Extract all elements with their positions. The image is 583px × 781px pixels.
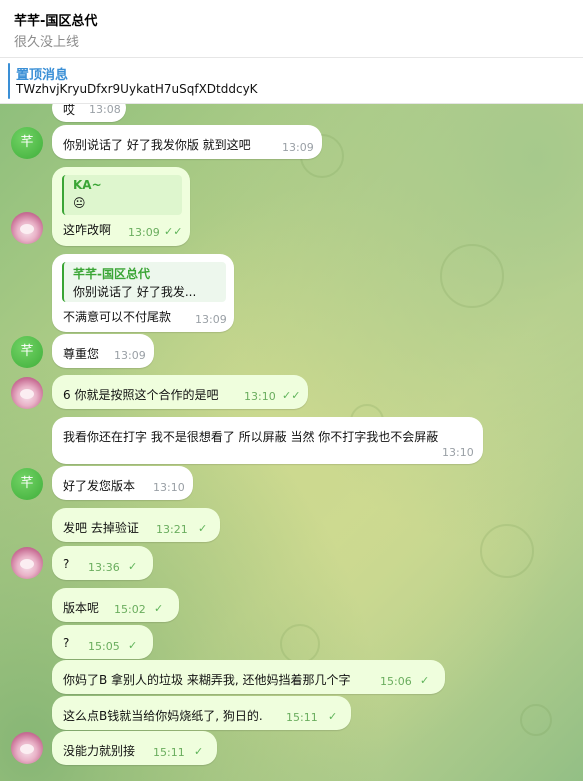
message-bubble[interactable]: 我看你还在打字 我不是很想看了 所以屏蔽 当然 你不打字我也不会屏蔽 13:10 <box>52 417 483 464</box>
message-bubble[interactable]: 没能力就别接 15:11 ✓ <box>52 731 217 765</box>
message-time: 13:09 <box>128 226 160 239</box>
chat-title[interactable]: 芊芊-国区总代 <box>14 10 97 29</box>
message-time: 15:11 <box>153 746 185 759</box>
avatar[interactable]: 芊 <box>11 336 43 368</box>
avatar[interactable]: 芊 <box>11 127 43 159</box>
message-bubble[interactable]: 哎 13:08 <box>52 104 126 122</box>
read-check-icon: ✓ <box>154 602 164 615</box>
message-text: 这咋改啊 <box>63 223 112 237</box>
message-bubble[interactable]: 你妈了B 拿别人的垃圾 来糊弄我, 还他妈挡着那几个字 15:06 ✓ <box>52 660 445 694</box>
avatar[interactable]: 芊 <box>11 468 43 500</box>
last-seen-status: 很久没上线 <box>14 35 80 50</box>
avatar[interactable] <box>11 732 43 764</box>
message-time: 13:10 <box>153 481 185 494</box>
message-bubble[interactable]: 芊芊-国区总代 你别说话了 好了我发... 不满意可以不付尾款 13:09 <box>52 254 234 332</box>
message-text: 不满意可以不付尾款 <box>63 310 172 324</box>
reply-emoji: 😐 <box>73 196 86 210</box>
wallpaper-doodle <box>520 704 552 736</box>
message-time: 13:09 <box>114 349 146 362</box>
message-time: 13:36 <box>88 561 120 574</box>
message-time: 15:02 <box>114 603 146 616</box>
read-check-icon: ✓✓ <box>282 389 301 402</box>
message-time: 13:09 <box>195 313 227 326</box>
message-bubble[interactable]: 版本呢 15:02 ✓ <box>52 588 179 622</box>
message-bubble[interactable]: KA~ 😐 这咋改啊 13:09 ✓✓ <box>52 167 190 246</box>
message-text: 发吧 去掉验证 <box>63 521 139 535</box>
message-text: ? <box>63 636 70 650</box>
message-bubble[interactable]: ? 15:05 ✓ <box>52 625 153 659</box>
read-check-icon: ✓ <box>128 639 138 652</box>
reply-sender-name: KA~ <box>73 178 102 192</box>
read-check-icon: ✓ <box>420 674 430 687</box>
wallpaper-doodle <box>280 624 320 664</box>
message-text: 你别说话了 好了我发你版 就到这吧 <box>63 138 251 152</box>
message-text: 好了发您版本 <box>63 479 136 493</box>
message-time: 13:10 <box>244 390 276 403</box>
message-time: 15:06 <box>380 675 412 688</box>
read-check-icon: ✓ <box>328 710 338 723</box>
chat-area[interactable]: 哎 13:08 芊 你别说话了 好了我发你版 就到这吧 13:09 KA~ 😐 … <box>0 104 583 781</box>
wallpaper-doodle <box>480 524 534 578</box>
read-check-icon: ✓ <box>198 522 208 535</box>
message-text: 这么点B钱就当给你妈烧纸了, 狗日的. <box>63 709 263 723</box>
message-text: 你妈了B 拿别人的垃圾 来糊弄我, 还他妈挡着那几个字 <box>63 673 351 687</box>
message-text: 版本呢 <box>63 601 100 615</box>
message-text: 我看你还在打字 我不是很想看了 所以屏蔽 当然 你不打字我也不会屏蔽 <box>63 430 439 444</box>
message-text: 6 你就是按照这个合作的是吧 <box>63 388 219 402</box>
read-check-icon: ✓ <box>128 560 138 573</box>
read-check-icon: ✓ <box>194 745 204 758</box>
message-time: 13:21 <box>156 523 188 536</box>
message-time: 13:08 <box>89 104 121 116</box>
reply-preview[interactable]: KA~ 😐 <box>62 175 182 215</box>
message-bubble[interactable]: 这么点B钱就当给你妈烧纸了, 狗日的. 15:11 ✓ <box>52 696 351 730</box>
message-bubble[interactable]: ? 13:36 ✓ <box>52 546 153 580</box>
avatar[interactable] <box>11 212 43 244</box>
message-text: 哎 <box>63 104 76 117</box>
reply-sender-name: 芊芊-国区总代 <box>73 267 150 281</box>
chat-header[interactable]: 芊芊-国区总代 很久没上线 <box>0 0 583 58</box>
message-time: 13:09 <box>282 141 314 154</box>
message-bubble[interactable]: 尊重您 13:09 <box>52 334 154 368</box>
message-text: 没能力就别接 <box>63 744 136 758</box>
message-text: ? <box>63 557 70 571</box>
message-bubble[interactable]: 6 你就是按照这个合作的是吧 13:10 ✓✓ <box>52 375 308 409</box>
pinned-message-title: 置顶消息 <box>16 68 69 83</box>
message-bubble[interactable]: 你别说话了 好了我发你版 就到这吧 13:09 <box>52 125 322 159</box>
message-bubble[interactable]: 发吧 去掉验证 13:21 ✓ <box>52 508 220 542</box>
pinned-message-bar[interactable]: 置顶消息 TWzhvjKryuDfxr9UykatH7uSqfXDtddcyK <box>0 58 583 104</box>
reply-preview[interactable]: 芊芊-国区总代 你别说话了 好了我发... <box>62 262 226 302</box>
message-time: 13:10 <box>442 446 474 459</box>
read-check-icon: ✓✓ <box>164 225 183 238</box>
pinned-accent-bar <box>8 63 10 99</box>
message-bubble[interactable]: 好了发您版本 13:10 <box>52 466 193 500</box>
reply-text: 你别说话了 好了我发... <box>73 285 197 299</box>
message-time: 15:11 <box>286 711 318 724</box>
message-text: 尊重您 <box>63 347 100 361</box>
avatar[interactable] <box>11 547 43 579</box>
wallpaper-doodle <box>440 244 504 308</box>
avatar[interactable] <box>11 377 43 409</box>
message-time: 15:05 <box>88 640 120 653</box>
pinned-message-text: TWzhvjKryuDfxr9UykatH7uSqfXDtddcyK <box>16 82 258 96</box>
